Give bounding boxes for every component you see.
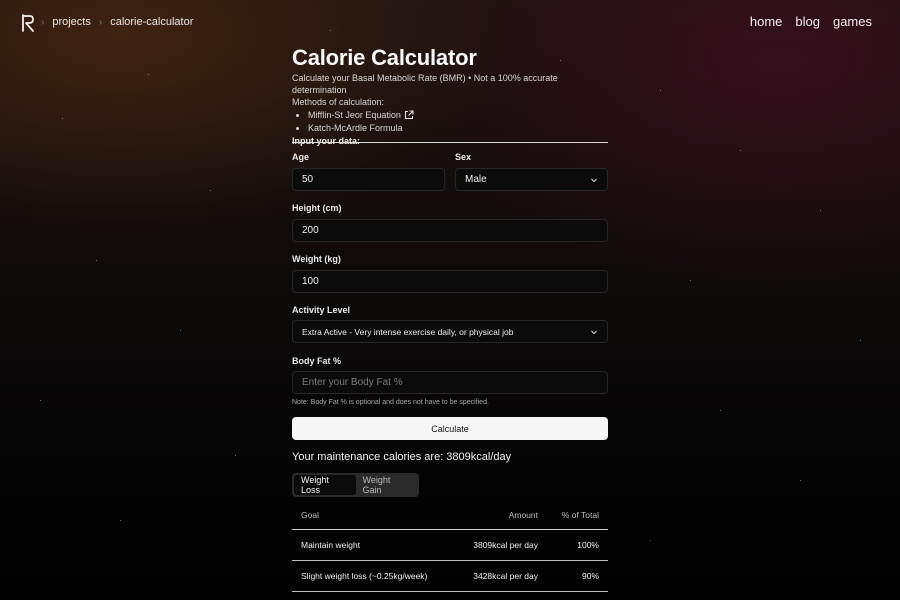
chevron-down-icon (591, 178, 597, 182)
tab-weight-loss[interactable]: Weight Loss (294, 475, 356, 495)
weight-value: 100 (302, 276, 319, 287)
calculate-button[interactable]: Calculate (292, 417, 608, 440)
methods-label: Methods of calculation: (292, 97, 385, 107)
bodyfat-note: Note: Body Fat % is optional and does no… (292, 399, 489, 406)
bodyfat-input[interactable]: Enter your Body Fat % (292, 371, 608, 394)
header-percent: % of Total (561, 509, 599, 520)
row-goal: Maintain weight (301, 540, 361, 550)
chevron-down-icon (591, 330, 597, 334)
main-content: Calorie Calculator Calculate your Basal … (292, 44, 608, 143)
weight-input[interactable]: 100 (292, 270, 608, 293)
logo-icon[interactable] (20, 14, 36, 32)
maintenance-result: Your maintenance calories are: 3809kcal/… (292, 451, 512, 463)
external-link-icon[interactable] (404, 110, 414, 120)
sex-value: Male (465, 174, 487, 185)
row-amount: 3428kcal per day (473, 571, 538, 581)
bodyfat-placeholder: Enter your Body Fat % (302, 377, 403, 388)
table-row: Maintain weight 3809kcal per day 100% (292, 530, 608, 561)
page-title: Calorie Calculator (292, 45, 477, 70)
chevron-right-icon: › (41, 16, 45, 28)
input-section-label: Input your data: (292, 136, 360, 146)
table-row: Slight weight loss (~0.25kg/week) 3428kc… (292, 561, 608, 592)
weight-label: Weight (kg) (292, 254, 341, 264)
nav-links: home blog games (750, 14, 872, 29)
header-amount: Amount (508, 509, 538, 520)
method-item: Katch-McArdle Formula (308, 122, 608, 135)
top-navigation: › projects › calorie-calculator home blo… (0, 0, 900, 44)
height-label: Height (cm) (292, 203, 342, 213)
breadcrumb-projects[interactable]: projects (52, 16, 91, 28)
row-percent: 100% (577, 540, 599, 550)
activity-value: Extra Active - Very intense exercise dai… (302, 326, 514, 337)
nav-link-blog[interactable]: blog (795, 14, 820, 29)
age-value: 50 (302, 174, 314, 185)
nav-link-games[interactable]: games (833, 14, 872, 29)
table-header: Goal Amount % of Total (292, 500, 608, 530)
nav-link-home[interactable]: home (750, 14, 783, 29)
sex-label: Sex (455, 152, 472, 162)
method-item[interactable]: Mifflin-St Jeor Equation (308, 109, 608, 122)
age-input[interactable]: 50 (292, 168, 445, 191)
header-goal: Goal (301, 509, 319, 520)
breadcrumb-calorie-calculator[interactable]: calorie-calculator (110, 16, 193, 28)
height-value: 200 (302, 225, 319, 236)
bodyfat-label: Body Fat % (292, 356, 342, 366)
row-goal: Slight weight loss (~0.25kg/week) (301, 571, 428, 581)
activity-label: Activity Level (292, 305, 351, 315)
page-subtitle: Calculate your Basal Metabolic Rate (BMR… (292, 73, 558, 95)
row-amount: 3809kcal per day (473, 540, 538, 550)
chevron-right-icon: › (98, 16, 103, 28)
breadcrumb: › projects › calorie-calculator (41, 16, 201, 28)
activity-select[interactable]: Extra Active - Very intense exercise dai… (292, 320, 608, 343)
goal-tabs: Weight Loss Weight Gain (292, 473, 419, 497)
row-percent: 90% (581, 571, 599, 581)
tab-weight-gain[interactable]: Weight Gain (356, 475, 418, 495)
methods-list: Mifflin-St Jeor Equation Katch-McArdle F… (292, 109, 608, 135)
sex-select[interactable]: Male (455, 168, 608, 191)
age-label: Age (292, 152, 310, 162)
calorie-table: Goal Amount % of Total Maintain weight 3… (292, 500, 608, 592)
height-input[interactable]: 200 (292, 219, 608, 242)
